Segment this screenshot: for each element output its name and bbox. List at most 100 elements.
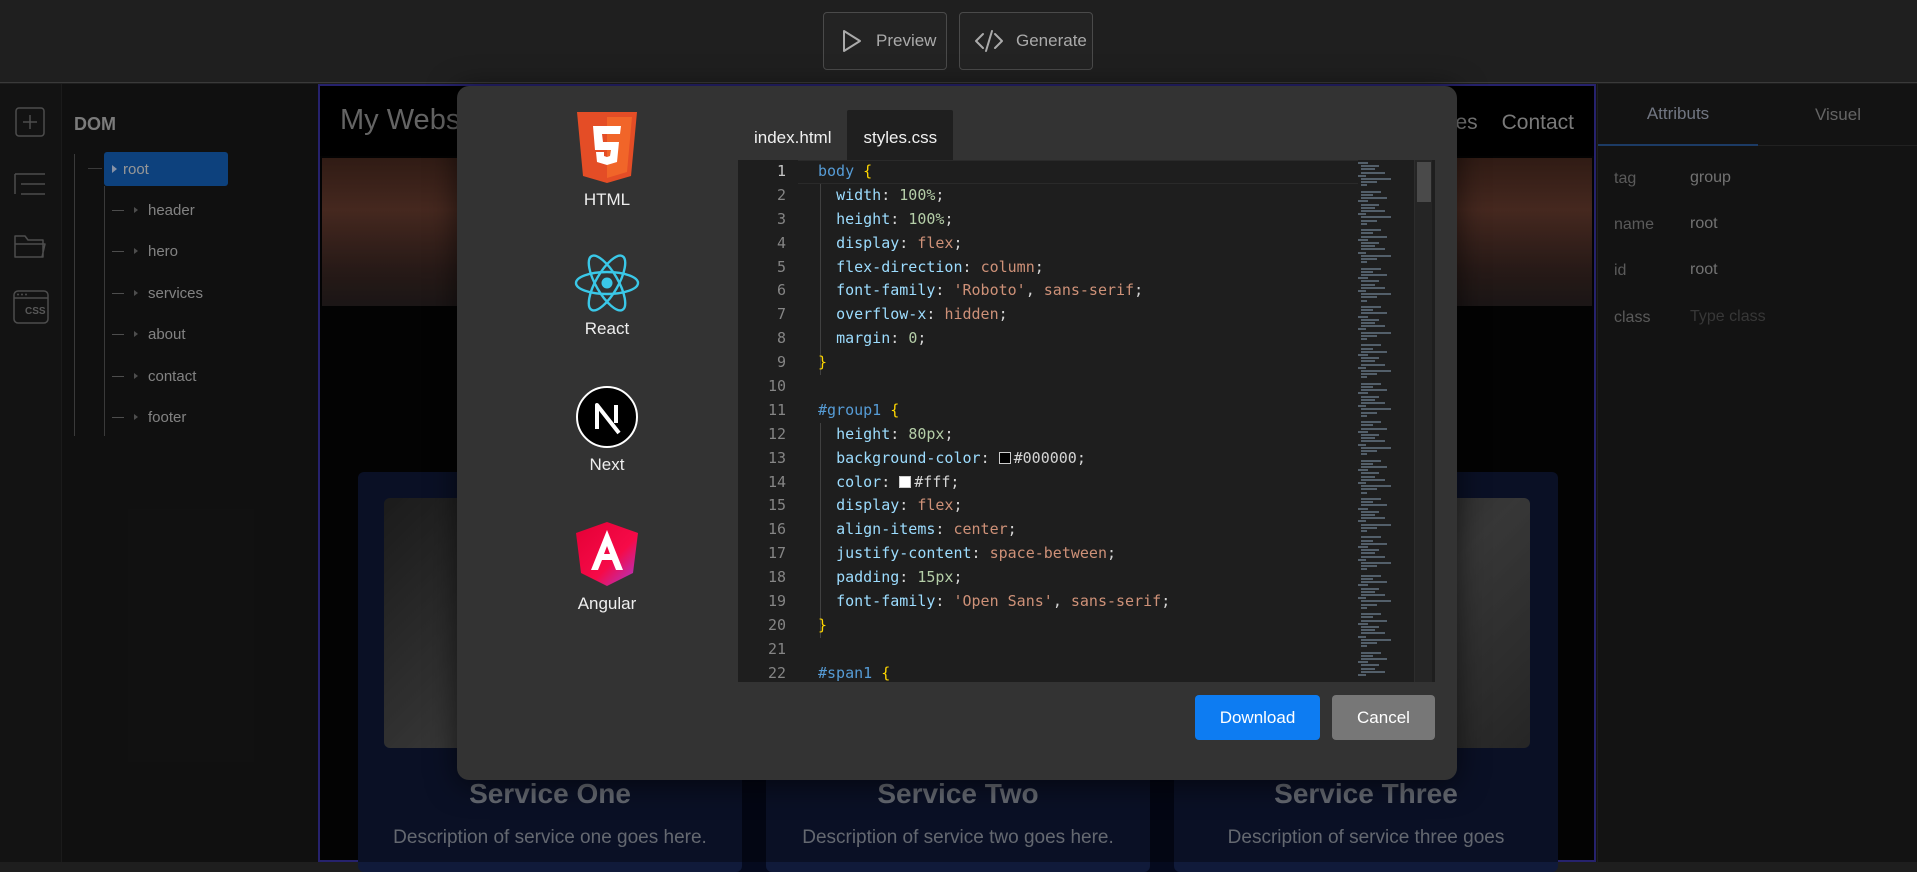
tab-styles-css[interactable]: styles.css bbox=[847, 110, 954, 166]
minimap-line bbox=[1358, 469, 1368, 472]
minimap-line bbox=[1361, 171, 1385, 174]
code-text: background-color: #000000; bbox=[836, 448, 1086, 467]
minimap-line bbox=[1361, 165, 1379, 168]
minimap-line bbox=[1361, 478, 1385, 481]
scrollbar-thumb[interactable] bbox=[1417, 162, 1431, 202]
minimap-line bbox=[1361, 517, 1385, 520]
minimap-line bbox=[1361, 440, 1385, 443]
minimap-line bbox=[1361, 462, 1373, 465]
line-number: 6 bbox=[776, 281, 786, 300]
code-text: align-items: center; bbox=[836, 520, 1017, 539]
minimap-line bbox=[1361, 370, 1391, 372]
minimap-line bbox=[1361, 590, 1375, 593]
minimap-line bbox=[1358, 366, 1366, 369]
line-number: 21 bbox=[767, 639, 786, 658]
minimap-line bbox=[1358, 622, 1368, 625]
angular-icon bbox=[547, 520, 667, 588]
minimap-line bbox=[1361, 581, 1387, 584]
code-editor[interactable]: 1 body { 2 width: 100%; 3 height: 100%; 4… bbox=[738, 160, 1435, 682]
minimap-line bbox=[1361, 421, 1381, 424]
minimap-line bbox=[1358, 661, 1368, 664]
minimap-line bbox=[1361, 472, 1379, 475]
code-line: 4 display: flex; bbox=[738, 232, 1358, 256]
minimap-line bbox=[1361, 184, 1367, 187]
code-line: 2 width: 100%; bbox=[738, 184, 1358, 208]
minimap-line bbox=[1361, 197, 1387, 200]
minimap-line bbox=[1358, 174, 1366, 177]
minimap-line bbox=[1361, 344, 1381, 347]
minimap-line bbox=[1361, 587, 1379, 590]
color-swatch[interactable] bbox=[998, 451, 1011, 464]
code-text: width: 100%; bbox=[836, 185, 945, 204]
export-modal: HTML React Next Angular index.html style… bbox=[457, 86, 1457, 780]
minimap-line bbox=[1361, 606, 1367, 609]
minimap-line bbox=[1361, 667, 1375, 670]
minimap-line bbox=[1361, 437, 1375, 440]
top-toolbar: Preview Generate bbox=[0, 0, 1917, 83]
minimap-line bbox=[1358, 597, 1366, 600]
code-line: 5 flex-direction: column; bbox=[738, 256, 1358, 280]
code-text: #group1 { bbox=[818, 400, 900, 419]
minimap-line bbox=[1361, 424, 1373, 427]
minimap-line bbox=[1358, 584, 1368, 587]
framework-html[interactable]: HTML bbox=[547, 110, 667, 210]
minimap-line bbox=[1361, 638, 1391, 641]
framework-label: Angular bbox=[577, 594, 637, 613]
color-swatch[interactable] bbox=[899, 475, 912, 488]
tab-index-html[interactable]: index.html bbox=[738, 110, 847, 166]
framework-next[interactable]: Next bbox=[547, 385, 667, 475]
minimap-line bbox=[1361, 485, 1391, 488]
minimap-line bbox=[1361, 325, 1385, 328]
framework-label: Next bbox=[589, 455, 625, 474]
code-text: color: #fff; bbox=[836, 472, 960, 491]
code-line: 19 font-family: 'Open Sans', sans-serif; bbox=[738, 590, 1358, 614]
code-line: 7 overflow-x: hidden; bbox=[738, 303, 1358, 327]
minimap-line bbox=[1361, 642, 1377, 644]
minimap-line bbox=[1358, 430, 1368, 433]
minimap-line bbox=[1361, 536, 1381, 539]
minimap-line bbox=[1361, 603, 1377, 606]
download-button[interactable]: Download bbox=[1195, 695, 1320, 740]
code-text: font-family: 'Roboto', sans-serif; bbox=[836, 281, 1144, 300]
code-line: 1 body { bbox=[738, 160, 1358, 184]
code-minimap[interactable] bbox=[1358, 160, 1414, 682]
minimap-line bbox=[1361, 347, 1373, 350]
minimap-line bbox=[1361, 446, 1391, 449]
cancel-button[interactable]: Cancel bbox=[1332, 695, 1435, 740]
minimap-line bbox=[1361, 363, 1385, 366]
code-line: 11 #group1 { bbox=[738, 399, 1358, 423]
line-number: 10 bbox=[767, 377, 786, 396]
minimap-line bbox=[1361, 210, 1385, 212]
code-text: overflow-x: hidden; bbox=[836, 305, 1008, 324]
line-number: 8 bbox=[776, 329, 786, 348]
line-number: 9 bbox=[776, 353, 786, 372]
nextjs-icon bbox=[547, 385, 667, 449]
code-line: 21 bbox=[738, 638, 1358, 662]
minimap-line bbox=[1361, 414, 1367, 417]
preview-button[interactable]: Preview bbox=[823, 12, 947, 70]
minimap-line bbox=[1361, 408, 1391, 411]
editor-scrollbar[interactable] bbox=[1414, 160, 1432, 682]
minimap-line bbox=[1361, 216, 1391, 219]
minimap-line bbox=[1361, 331, 1391, 334]
generate-button[interactable]: Generate bbox=[959, 12, 1093, 70]
code-line: 17 justify-content: space-between; bbox=[738, 542, 1358, 566]
line-number: 19 bbox=[767, 592, 786, 611]
minimap-line bbox=[1358, 674, 1366, 676]
minimap-line bbox=[1358, 520, 1366, 523]
minimap-line bbox=[1361, 280, 1379, 283]
minimap-line bbox=[1361, 658, 1387, 660]
code-text: margin: 0; bbox=[836, 329, 927, 348]
code-line: 10 bbox=[738, 375, 1358, 399]
code-text: height: 100%; bbox=[836, 209, 954, 228]
minimap-line bbox=[1361, 552, 1375, 555]
minimap-line bbox=[1361, 664, 1379, 667]
framework-angular[interactable]: Angular bbox=[547, 520, 667, 614]
minimap-line bbox=[1358, 277, 1368, 280]
minimap-line bbox=[1361, 530, 1367, 532]
minimap-line bbox=[1361, 600, 1391, 603]
framework-react[interactable]: React bbox=[547, 253, 667, 339]
minimap-line bbox=[1361, 258, 1377, 260]
minimap-line bbox=[1361, 654, 1373, 657]
minimap-line bbox=[1361, 357, 1379, 360]
